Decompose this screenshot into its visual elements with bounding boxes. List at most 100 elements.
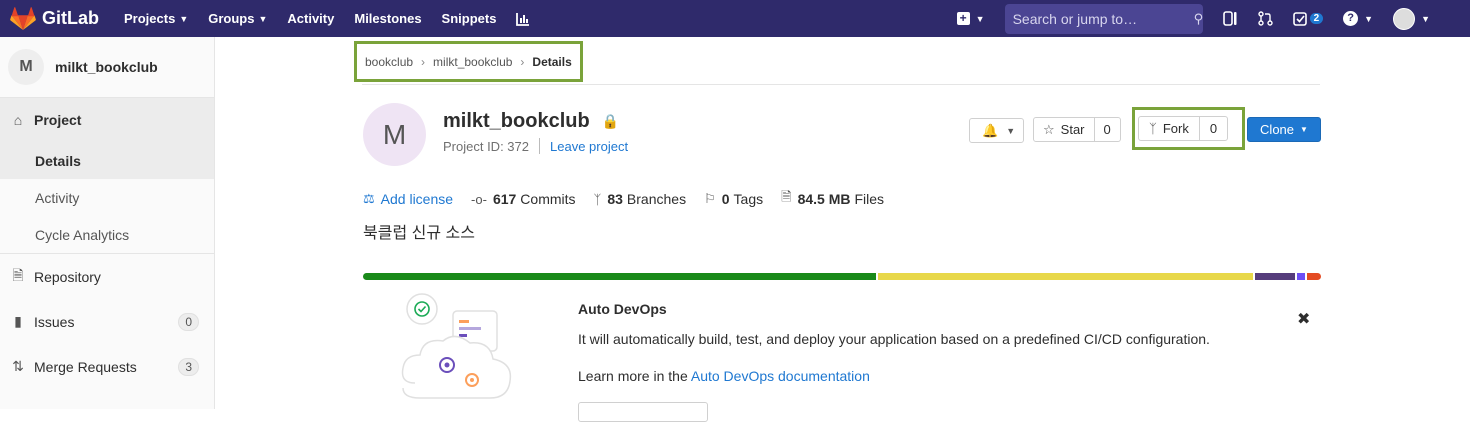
fork-button-group: ᛉ Fork 0: [1138, 116, 1229, 141]
project-avatar: M: [8, 49, 44, 85]
devops-documentation-link[interactable]: Auto DevOps documentation: [691, 368, 870, 384]
devops-title: Auto DevOps: [578, 301, 667, 317]
chevron-down-icon: ▼: [1421, 13, 1430, 24]
nav-analytics[interactable]: [506, 0, 540, 37]
files-link[interactable]: 🗎 84.5 MB Files: [781, 188, 884, 210]
chevron-down-icon: ▼: [258, 13, 268, 24]
breadcrumb-link-group[interactable]: bookclub: [365, 55, 413, 69]
user-avatar: [1393, 7, 1416, 30]
project-avatar-large: M: [363, 103, 426, 166]
new-dropdown[interactable]: + ▼: [947, 0, 995, 37]
sidebar-item-project[interactable]: ⌂ Project: [0, 98, 214, 142]
top-navbar: GitLab Projects ▼ Groups ▼ Activity Milest…: [0, 0, 1470, 37]
devops-description: It will automatically build, test, and d…: [578, 331, 1210, 347]
language-segment[interactable]: [363, 273, 877, 280]
todo-check-icon: [1292, 11, 1307, 26]
project-description: 북클럽 신규 소스: [363, 225, 475, 242]
devops-illustration: [395, 293, 520, 409]
sidebar-project-name: milkt_bookclub: [55, 59, 158, 75]
branches-link[interactable]: ᛉ 83 Branches: [594, 191, 687, 207]
search-input[interactable]: [1012, 10, 1194, 27]
search-icon: ⚲: [1193, 10, 1204, 26]
star-button-group: ☆ Star 0: [1033, 117, 1121, 142]
project-id: Project ID: 372: [443, 138, 529, 154]
language-segment[interactable]: [1306, 273, 1321, 280]
commits-link[interactable]: -o- 617 Commits: [471, 191, 575, 207]
bell-icon: 🔔: [982, 122, 999, 138]
fork-count[interactable]: 0: [1198, 117, 1227, 140]
merge-requests-count-badge: 3: [178, 357, 199, 376]
user-menu[interactable]: ▼: [1383, 0, 1440, 37]
star-button[interactable]: ☆ Star: [1034, 118, 1094, 141]
home-icon: ⌂: [13, 112, 23, 128]
breadcrumb: bookclub › milkt_bookclub › Details: [354, 41, 583, 82]
brand-name: GitLab: [42, 8, 99, 28]
sidebar-item-cycle-analytics[interactable]: Cycle Analytics: [0, 216, 214, 253]
chevron-down-icon: ▼: [1364, 13, 1374, 24]
sidebar-item-merge-requests[interactable]: ⇅ Merge Requests 3: [0, 344, 214, 389]
issues-nav-button[interactable]: [1213, 0, 1248, 37]
language-segment[interactable]: [878, 273, 1254, 280]
sidebar-item-activity[interactable]: Activity: [0, 179, 214, 216]
todo-count-badge: 2: [1309, 13, 1324, 24]
merge-request-icon: [1257, 11, 1273, 26]
star-count[interactable]: 0: [1093, 118, 1120, 141]
plus-square-icon: +: [956, 12, 970, 25]
nav-activity[interactable]: Activity: [277, 0, 344, 37]
merge-requests-nav-button[interactable]: [1248, 0, 1283, 37]
issues-count-badge: 0: [178, 312, 199, 331]
devops-settings-button[interactable]: [578, 402, 708, 422]
document-icon: 🗎: [12, 266, 24, 283]
help-dropdown[interactable]: ? ▼: [1333, 0, 1383, 37]
breadcrumb-link-project[interactable]: milkt_bookclub: [433, 55, 512, 69]
fork-icon: ᛉ: [1149, 121, 1157, 136]
fork-button[interactable]: ᛉ Fork: [1139, 117, 1199, 140]
nav-groups[interactable]: Groups ▼: [198, 0, 277, 37]
help-icon: ?: [1343, 11, 1359, 26]
add-license-link[interactable]: ⚖ Add license: [363, 191, 453, 207]
chevron-down-icon: ▼: [1006, 125, 1016, 136]
star-icon: ☆: [1043, 121, 1055, 137]
chevron-down-icon: ▼: [179, 13, 189, 24]
gitlab-logo-icon: [10, 6, 36, 30]
search-box[interactable]: ⚲: [1004, 3, 1204, 34]
chevron-right-icon: ›: [520, 54, 525, 69]
scale-icon: ⚖: [363, 191, 375, 206]
nav-snippets[interactable]: Snippets: [432, 0, 507, 37]
project-meta: Project ID: 372 Leave project: [443, 138, 628, 154]
devops-learn-more: Learn more in the Auto DevOps documentat…: [578, 368, 870, 384]
chevron-down-icon: ▼: [1300, 125, 1308, 134]
todos-nav-button[interactable]: 2: [1283, 0, 1334, 37]
nav-milestones[interactable]: Milestones: [344, 0, 431, 37]
repository-languages-bar[interactable]: [363, 273, 1321, 280]
close-icon[interactable]: ✖: [1297, 309, 1310, 329]
breadcrumb-current[interactable]: Details: [532, 55, 571, 69]
notification-dropdown[interactable]: 🔔 ▼: [969, 118, 1024, 143]
sidebar-item-details[interactable]: Details: [0, 142, 214, 179]
lock-icon: 🔒: [601, 113, 620, 129]
chevron-right-icon: ›: [421, 54, 426, 69]
divider: [362, 84, 1320, 85]
issues-icon: [1222, 11, 1237, 26]
sidebar-item-repository[interactable]: 🗎 Repository: [0, 254, 214, 299]
chart-icon: [516, 12, 530, 26]
file-icon: 🗎: [781, 189, 792, 204]
tags-link[interactable]: ⚐ 0 Tags: [704, 191, 763, 207]
gitlab-home-link[interactable]: GitLab: [10, 6, 114, 31]
project-stats: ⚖ Add license -o- 617 Commits ᛉ 83 Branc…: [363, 188, 902, 210]
language-segment[interactable]: [1297, 273, 1305, 280]
leave-project-link[interactable]: Leave project: [550, 139, 628, 154]
clone-button[interactable]: Clone ▼: [1247, 117, 1321, 142]
nav-projects[interactable]: Projects ▼: [114, 0, 198, 37]
project-sidebar: M milkt_bookclub ⌂ Project Details Activ…: [0, 37, 215, 409]
commit-icon: -o-: [471, 191, 487, 207]
language-segment[interactable]: [1255, 273, 1296, 280]
page-title: milkt_bookclub 🔒: [443, 110, 620, 132]
tag-icon: ⚐: [704, 191, 716, 206]
sidebar-project-header[interactable]: M milkt_bookclub: [0, 37, 214, 98]
branch-icon: ᛉ: [593, 191, 602, 207]
merge-request-icon: ⇅: [12, 358, 24, 374]
sidebar-item-issues[interactable]: ▮ Issues 0: [0, 299, 214, 344]
chevron-down-icon: ▼: [975, 13, 985, 24]
issues-icon: ▮: [14, 313, 22, 329]
